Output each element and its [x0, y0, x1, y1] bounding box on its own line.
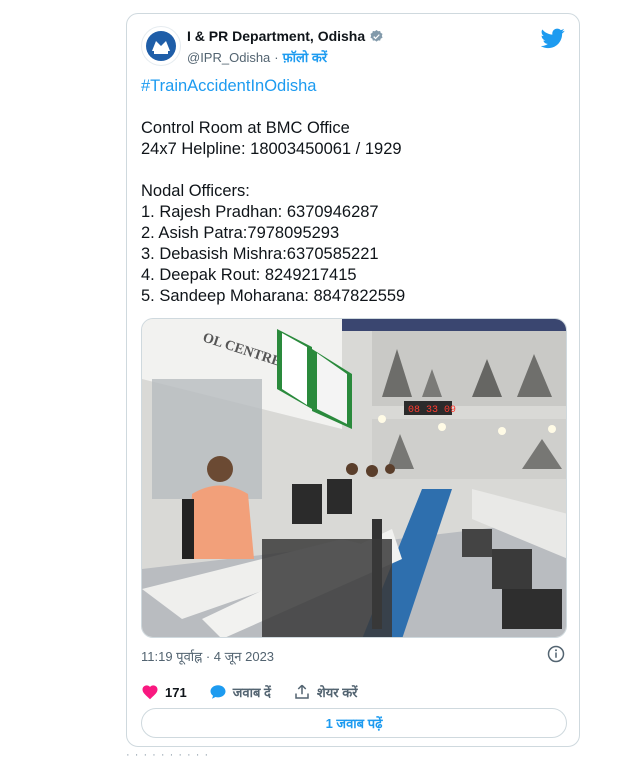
share-upload-icon [295, 684, 309, 699]
tweet-actions: 171 जवाब दें शेयर करें [141, 680, 380, 704]
tweet-card: I & PR Department, Odisha @IPR_Odisha · … [126, 13, 580, 747]
tweet-photo[interactable]: OL CENTRE 08 33 09 [141, 318, 567, 638]
share-label: शेयर करें [316, 685, 358, 700]
read-replies-button[interactable]: 1 जवाब पढ़ें [141, 708, 567, 738]
text-line: 1. Rajesh Pradhan: 6370946287 [141, 203, 379, 221]
heart-icon [142, 685, 158, 700]
department-emblem-icon [146, 31, 176, 61]
tweet-timestamp[interactable]: 11:19 पूर्वाह्न · 4 जून 2023 [141, 647, 274, 665]
text-line: 2. Asish Patra:7978095293 [141, 224, 340, 242]
digital-clock: 08 33 09 [408, 405, 456, 416]
reply-button[interactable]: जवाब दें [209, 683, 271, 701]
handle-row: @IPR_Odisha · फ़ॉलो करें [187, 48, 327, 66]
text-line: 3. Debasish Mishra:6370585221 [141, 245, 379, 263]
author-handle[interactable]: @IPR_Odisha [187, 50, 270, 65]
tweet-text: #TrainAccidentInOdisha Control Room at B… [141, 76, 571, 307]
share-button[interactable]: शेयर करें [293, 683, 358, 701]
text-line: Control Room at BMC Office [141, 119, 350, 137]
text-line: Nodal Officers: [141, 182, 250, 200]
author-name[interactable]: I & PR Department, Odisha [187, 28, 365, 44]
text-line: 4. Deepak Rout: 8249217415 [141, 266, 357, 284]
like-count: 171 [165, 684, 187, 700]
control-room-photo: OL CENTRE 08 33 09 [142, 319, 566, 637]
verified-badge-icon [370, 29, 383, 42]
speech-bubble-icon [210, 685, 226, 699]
info-icon[interactable] [547, 645, 565, 663]
reply-label: जवाब दें [232, 685, 271, 700]
author-name-row[interactable]: I & PR Department, Odisha [187, 28, 384, 44]
text-line: 24x7 Helpline: 18003450061 / 1929 [141, 140, 402, 158]
twitter-bird-icon[interactable] [541, 26, 565, 50]
separator: · [274, 49, 279, 65]
follow-button[interactable]: फ़ॉलो करें [283, 48, 327, 66]
cut-off-text: · · · · · · · · · · [126, 749, 210, 761]
tweet-header: I & PR Department, Odisha @IPR_Odisha · … [141, 26, 567, 70]
text-line: 5. Sandeep Moharana: 8847822559 [141, 287, 406, 305]
hashtag-link[interactable]: #TrainAccidentInOdisha [141, 76, 571, 97]
like-button[interactable]: 171 [141, 683, 187, 701]
avatar[interactable] [141, 26, 181, 66]
